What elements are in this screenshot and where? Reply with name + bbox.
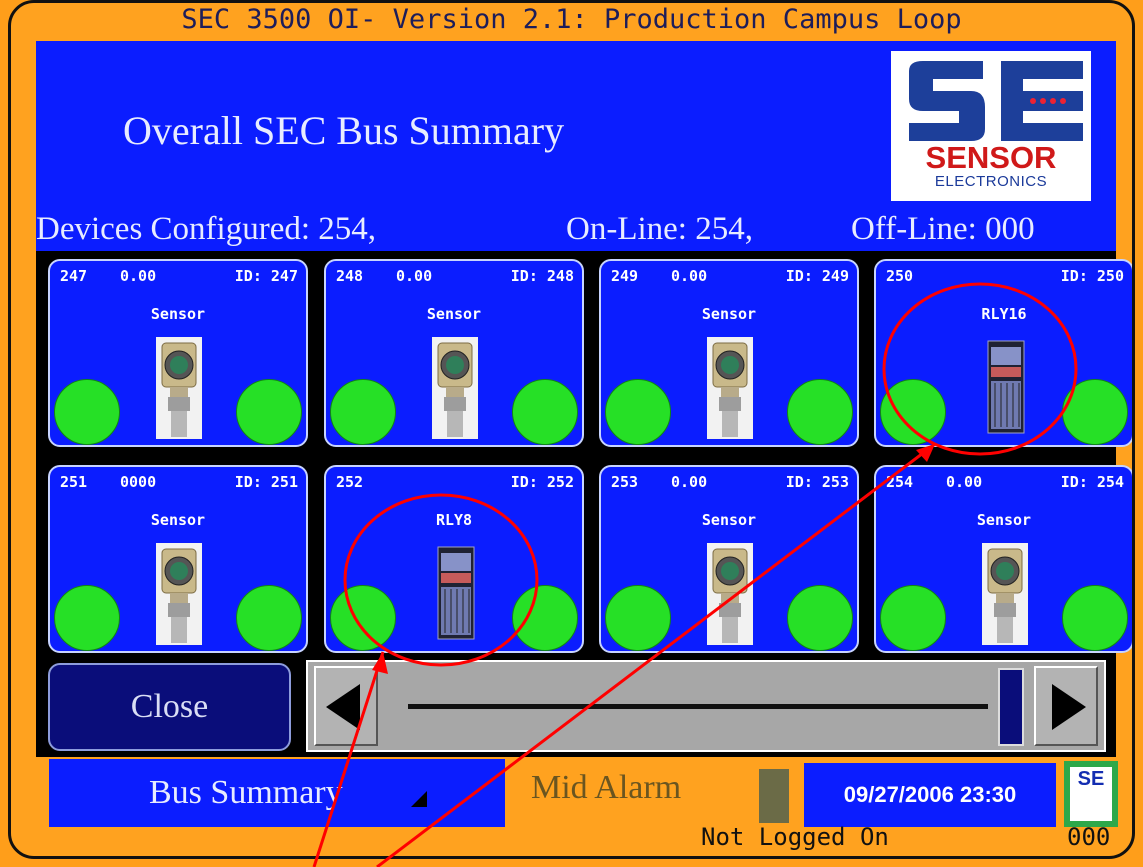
status-led-left [330, 585, 396, 651]
device-type: Sensor [150, 511, 206, 529]
device-tile[interactable]: 254 0.00 ID: 254 Sensor [874, 465, 1132, 653]
device-type: RLY8 [435, 511, 473, 529]
alarm-indicator [759, 769, 789, 823]
window-title: SEC 3500 OI- Version 2.1: Production Cam… [181, 4, 962, 35]
device-reading: 0000 [120, 473, 157, 491]
device-reading: 0.00 [120, 267, 157, 285]
device-type: Sensor [701, 511, 757, 529]
status-led-left [880, 585, 946, 651]
device-type: Sensor [150, 305, 206, 323]
device-type: Sensor [426, 305, 482, 323]
device-address: 249 [611, 267, 639, 285]
status-led-left [54, 379, 120, 445]
mini-logo: SE [1064, 761, 1118, 827]
configured-count: Devices Configured: 254, [36, 211, 377, 247]
device-tile[interactable]: 251 0000 ID: 251 Sensor [48, 465, 308, 653]
scroll-left-button[interactable] [314, 666, 378, 746]
device-id: ID: 250 [1060, 267, 1124, 285]
status-led-right [1062, 585, 1128, 651]
screen-selector-tab[interactable]: Bus Summary [49, 759, 505, 827]
device-id: ID: 253 [785, 473, 849, 491]
status-led-right [787, 379, 853, 445]
mini-se-logo-icon: SE [1070, 767, 1112, 821]
triangle-right-icon [1052, 684, 1086, 730]
device-address: 254 [886, 473, 914, 491]
status-led-left [880, 379, 946, 445]
online-count: On-Line: 254, [566, 211, 753, 247]
status-led-left [54, 585, 120, 651]
device-address: 247 [60, 267, 88, 285]
close-button[interactable]: Close [48, 663, 291, 751]
datetime-display: 09/27/2006 23:30 [804, 763, 1056, 827]
alarm-status-label: Mid Alarm [531, 769, 682, 806]
device-address: 251 [60, 473, 88, 491]
device-id: ID: 249 [785, 267, 849, 285]
main-screen: Overall SEC Bus Summary SENSOR ELECTRONI… [36, 41, 1132, 757]
gas-sensor-icon [707, 337, 753, 439]
sensor-electronics-logo: SENSOR ELECTRONICS [891, 51, 1091, 201]
status-led-right [787, 585, 853, 651]
scroll-right-button[interactable] [1034, 666, 1098, 746]
status-led-left [330, 379, 396, 445]
device-address: 248 [336, 267, 364, 285]
device-tile[interactable]: 249 0.00 ID: 249 Sensor [599, 259, 859, 447]
device-address: 250 [886, 267, 914, 285]
gas-sensor-icon [432, 337, 478, 439]
gas-sensor-icon [156, 543, 202, 645]
device-id: ID: 251 [234, 473, 298, 491]
scroll-thumb[interactable] [998, 668, 1024, 746]
status-led-right [512, 585, 578, 651]
device-reading: 0.00 [396, 267, 433, 285]
scroll-track[interactable] [408, 704, 988, 709]
device-id: ID: 252 [510, 473, 574, 491]
device-type: RLY16 [981, 305, 1027, 323]
device-address: 252 [336, 473, 364, 491]
status-led-left [605, 379, 671, 445]
relay-module-icon [982, 337, 1028, 439]
device-id: ID: 247 [234, 267, 298, 285]
summary-header: Overall SEC Bus Summary SENSOR ELECTRONI… [36, 41, 1116, 251]
device-reading: 0.00 [671, 267, 708, 285]
device-tile[interactable]: 248 0.00 ID: 248 Sensor [324, 259, 584, 447]
offline-count: Off-Line: 000 [851, 211, 1035, 247]
status-led-right [236, 585, 302, 651]
tile-scrollbar[interactable] [306, 660, 1106, 752]
device-tile[interactable]: 247 0.00 ID: 247 Sensor [48, 259, 308, 447]
device-tile[interactable]: 252 ID: 252 RLY8 [324, 465, 584, 653]
page-title: Overall SEC Bus Summary [123, 108, 565, 153]
device-reading: 0.00 [946, 473, 983, 491]
corner-triangle-icon [411, 791, 427, 807]
device-id: ID: 248 [510, 267, 574, 285]
gas-sensor-icon [707, 543, 753, 645]
status-led-left [605, 585, 671, 651]
user-code: 000 [1067, 823, 1111, 851]
device-type: Sensor [976, 511, 1032, 529]
status-led-right [1062, 379, 1128, 445]
gas-sensor-icon [156, 337, 202, 439]
se-logo-mark-icon [909, 61, 1083, 141]
logo-subtitle-text: ELECTRONICS [934, 173, 1048, 190]
triangle-left-icon [326, 684, 360, 730]
status-led-right [236, 379, 302, 445]
screen-name: Bus Summary [149, 774, 343, 811]
hmi-frame: SEC 3500 OI- Version 2.1: Production Cam… [8, 0, 1135, 859]
device-tile[interactable]: 250 ID: 250 RLY16 [874, 259, 1132, 447]
device-address: 253 [611, 473, 639, 491]
relay-module-icon [432, 543, 478, 645]
gas-sensor-icon [982, 543, 1028, 645]
status-led-right [512, 379, 578, 445]
device-tile[interactable]: 253 0.00 ID: 253 Sensor [599, 465, 859, 653]
device-type: Sensor [701, 305, 757, 323]
device-reading: 0.00 [671, 473, 708, 491]
login-status: Not Logged On [701, 823, 889, 851]
device-id: ID: 254 [1060, 473, 1124, 491]
logo-brand-text: SENSOR [925, 140, 1057, 175]
